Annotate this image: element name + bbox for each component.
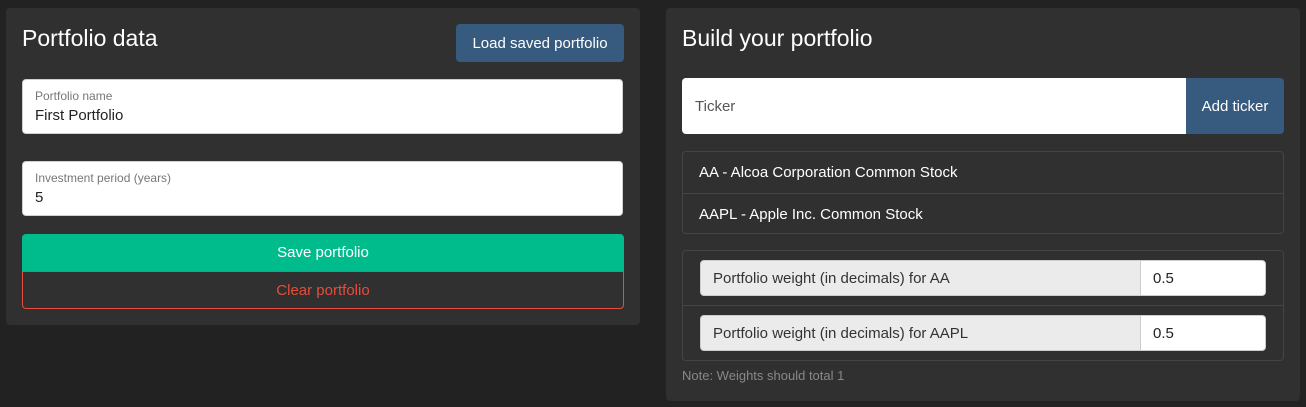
weight-label-aa: Portfolio weight (in decimals) for AA bbox=[700, 260, 1141, 296]
weight-input-aapl[interactable] bbox=[1140, 315, 1266, 351]
add-ticker-button[interactable]: Add ticker bbox=[1186, 78, 1284, 134]
portfolio-data-title: Portfolio data bbox=[22, 25, 158, 51]
ticker-list-item-aa[interactable]: AA - Alcoa Corporation Common Stock bbox=[683, 152, 1283, 193]
portfolio-name-field[interactable]: Portfolio name First Portfolio bbox=[22, 79, 623, 134]
ticker-list: AA - Alcoa Corporation Common Stock AAPL… bbox=[682, 151, 1284, 234]
weight-input-aa[interactable] bbox=[1140, 260, 1266, 296]
weights-list: Portfolio weight (in decimals) for AA Po… bbox=[682, 250, 1284, 361]
investment-period-label: Investment period (years) bbox=[35, 171, 172, 185]
load-saved-portfolio-button[interactable]: Load saved portfolio bbox=[456, 24, 624, 62]
build-portfolio-title: Build your portfolio bbox=[682, 25, 873, 51]
weight-label-aapl: Portfolio weight (in decimals) for AAPL bbox=[700, 315, 1141, 351]
ticker-input[interactable] bbox=[682, 78, 1186, 134]
weights-note: Note: Weights should total 1 bbox=[682, 368, 845, 383]
investment-period-field[interactable]: Investment period (years) 5 bbox=[22, 161, 623, 216]
weight-row-aapl: Portfolio weight (in decimals) for AAPL bbox=[683, 305, 1283, 359]
ticker-list-item-aapl[interactable]: AAPL - Apple Inc. Common Stock bbox=[683, 193, 1283, 234]
portfolio-name-label: Portfolio name bbox=[35, 89, 113, 103]
portfolio-data-panel: Portfolio data Load saved portfolio Port… bbox=[6, 8, 640, 325]
weight-row-aa: Portfolio weight (in decimals) for AA bbox=[683, 251, 1283, 305]
portfolio-name-value[interactable]: First Portfolio bbox=[35, 107, 123, 124]
investment-period-value[interactable]: 5 bbox=[35, 189, 43, 206]
clear-portfolio-button[interactable]: Clear portfolio bbox=[22, 271, 624, 309]
save-portfolio-button[interactable]: Save portfolio bbox=[22, 234, 624, 271]
build-portfolio-panel: Build your portfolio Add ticker AA - Alc… bbox=[666, 8, 1300, 401]
